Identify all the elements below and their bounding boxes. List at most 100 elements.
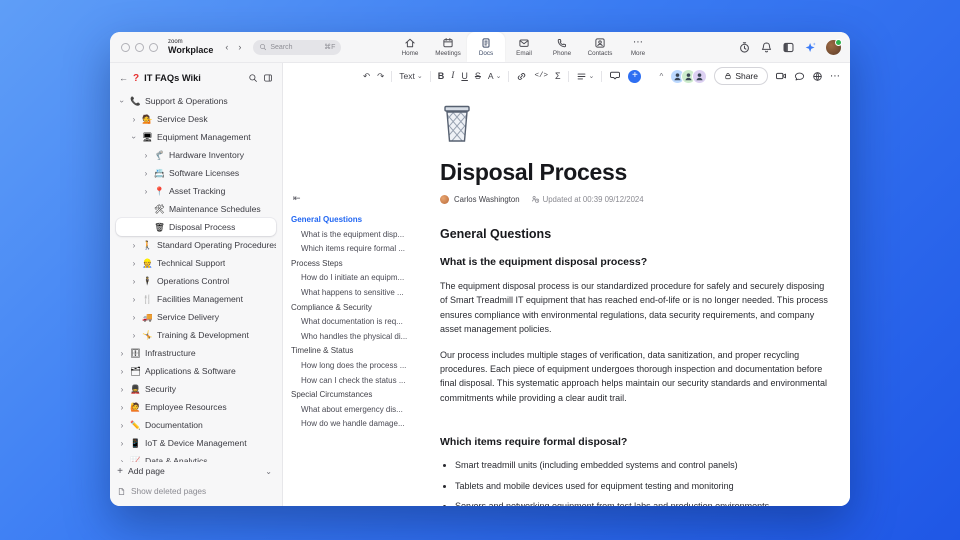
italic-button[interactable]: I [451,71,454,81]
sidebar-item-iot-device-management[interactable]: › 📱 IoT & Device Management [116,434,276,452]
sidebar-item-training-development[interactable]: › 🤸 Training & Development [116,326,276,344]
share-button[interactable]: Share [714,67,768,85]
insert-plus-button[interactable]: + [628,69,642,83]
chevron-right-icon[interactable]: › [118,385,126,394]
sidebar-item-applications-software[interactable]: › 🗂 Applications & Software [116,362,276,380]
sidebar-item-hardware-inventory[interactable]: › 🦿 Hardware Inventory [116,146,276,164]
chevron-right-icon[interactable]: › [142,169,150,178]
tab-more[interactable]: ⋯ More [619,32,657,62]
tab-phone[interactable]: Phone [543,32,581,62]
show-deleted-pages-button[interactable]: Show deleted pages [116,482,276,500]
sidebar-item-equipment-management[interactable]: › 🖥 Equipment Management [116,128,276,146]
toc-item-how-long-does-the-process[interactable]: How long does the process ... [291,359,437,374]
toolbar-more-icon[interactable]: ⋯ [830,71,840,82]
global-search-input[interactable]: Search ⌘F [253,39,342,55]
tab-home[interactable]: Home [391,32,429,62]
toc-item-which-items-require-formal[interactable]: Which items require formal ... [291,242,437,257]
toc-item-compliance-security[interactable]: Compliance & Security [291,301,437,316]
nav-forward-icon[interactable]: › [238,42,241,52]
side-panel-icon[interactable] [782,41,795,54]
toc-item-who-handles-the-physical-di[interactable]: Who handles the physical di... [291,330,437,345]
chevron-right-icon[interactable]: › [130,313,138,322]
toc-item-what-about-emergency-dis[interactable]: What about emergency dis... [291,403,437,418]
chevron-right-icon[interactable]: › [130,115,138,124]
toc-item-process-steps[interactable]: Process Steps [291,257,437,272]
wiki-back-icon[interactable]: ← [119,73,128,83]
chevron-down-icon[interactable]: › [130,133,139,141]
trash-doc-emoji-icon[interactable] [440,103,474,143]
align-dropdown[interactable]: ⌄ [576,71,594,82]
comment-icon[interactable] [609,70,621,82]
clock-icon[interactable] [738,41,751,54]
sidebar-item-data-analytics[interactable]: › 📈 Data & Analytics [116,452,276,463]
minimize-window-button[interactable] [135,42,144,52]
chevron-down-icon[interactable]: › [118,97,127,105]
toc-item-special-circumstances[interactable]: Special Circumstances [291,388,437,403]
user-avatar[interactable] [826,38,842,55]
collapse-toolbar-icon[interactable]: ^ [660,72,664,81]
tab-meetings[interactable]: Meetings [429,32,467,62]
tab-docs[interactable]: Docs [467,32,505,62]
sidebar-item-employee-resources[interactable]: › 🙋 Employee Resources [116,398,276,416]
collapse-outline-icon[interactable]: ⇤ [293,193,437,204]
toc-item-how-can-i-check-the-status[interactable]: How can I check the status ... [291,374,437,389]
code-icon[interactable]: </> [534,72,548,80]
chevron-right-icon[interactable]: › [118,367,126,376]
chevron-right-icon[interactable]: › [130,295,138,304]
sidebar-item-asset-tracking[interactable]: › 📍 Asset Tracking [116,182,276,200]
add-page-chevron-down-icon[interactable]: ⌄ [265,467,272,476]
undo-icon[interactable]: ↶ [363,71,370,82]
add-page-button[interactable]: + Add page ⌄ [116,462,276,480]
sidebar-search-icon[interactable] [248,73,258,83]
sidebar-item-operations-control[interactable]: › 🕴 Operations Control [116,272,276,290]
redo-icon[interactable]: ↷ [377,71,384,82]
underline-button[interactable]: U [461,71,468,81]
chevron-right-icon[interactable]: › [130,277,138,286]
chevron-right-icon[interactable]: › [130,331,138,340]
sidebar-panel-icon[interactable] [263,73,273,83]
sidebar-item-service-desk[interactable]: › 💁 Service Desk [116,110,276,128]
link-icon[interactable] [516,71,527,82]
sidebar-item-service-delivery[interactable]: › 🚚 Service Delivery [116,308,276,326]
bold-button[interactable]: B [438,71,445,81]
tab-contacts[interactable]: Contacts [581,32,619,62]
toc-item-general-questions[interactable]: General Questions [291,213,437,228]
toc-item-how-do-we-handle-damage[interactable]: How do we handle damage... [291,417,437,432]
chevron-right-icon[interactable]: › [130,259,138,268]
chevron-right-icon[interactable]: › [118,439,126,448]
video-camera-icon[interactable] [775,70,787,82]
nav-back-icon[interactable]: ‹ [225,42,228,52]
collaborator-avatars[interactable] [670,68,708,84]
notifications-bell-icon[interactable] [760,41,773,54]
sidebar-item-software-licenses[interactable]: › 📇 Software Licenses [116,164,276,182]
chevron-right-icon[interactable]: › [118,349,126,358]
toc-item-what-is-the-equipment-disp[interactable]: What is the equipment disp... [291,228,437,243]
sidebar-item-maintenance-schedules[interactable]: ›🛠Maintenance Schedules [116,200,276,218]
sidebar-item-support-operations[interactable]: › 📞 Support & Operations [116,92,276,110]
toc-item-what-documentation-is-req[interactable]: What documentation is req... [291,315,437,330]
text-style-dropdown[interactable]: Text ⌄ [399,71,422,81]
chevron-right-icon[interactable]: › [142,151,150,160]
sidebar-item-standard-operating-procedures[interactable]: › 🚶 Standard Operating Procedures [116,236,276,254]
chevron-right-icon[interactable]: › [130,241,138,250]
sidebar-item-security[interactable]: › 💂 Security [116,380,276,398]
strikethrough-button[interactable]: S [475,71,481,81]
toc-item-what-happens-to-sensitive[interactable]: What happens to sensitive ... [291,286,437,301]
sidebar-item-infrastructure[interactable]: › 🗄 Infrastructure [116,344,276,362]
zoom-window-button[interactable] [149,42,158,52]
toc-item-how-do-i-initiate-an-equipm[interactable]: How do I initiate an equipm... [291,271,437,286]
toc-item-timeline-status[interactable]: Timeline & Status [291,344,437,359]
sidebar-item-technical-support[interactable]: › 👷 Technical Support [116,254,276,272]
chevron-right-icon[interactable]: › [118,421,126,430]
globe-icon[interactable] [812,71,823,82]
close-window-button[interactable] [121,42,130,52]
sidebar-item-disposal-process[interactable]: ›🗑Disposal Process [116,218,276,236]
text-color-dropdown[interactable]: A ⌄ [488,71,502,81]
tab-email[interactable]: Email [505,32,543,62]
ai-companion-sparkle-icon[interactable] [804,41,817,54]
sidebar-item-documentation[interactable]: › ✏️ Documentation [116,416,276,434]
equation-icon[interactable]: Σ [555,71,561,81]
chevron-right-icon[interactable]: › [118,403,126,412]
chat-bubble-icon[interactable] [794,71,805,82]
sidebar-item-facilities-management[interactable]: › 🍴 Facilities Management [116,290,276,308]
